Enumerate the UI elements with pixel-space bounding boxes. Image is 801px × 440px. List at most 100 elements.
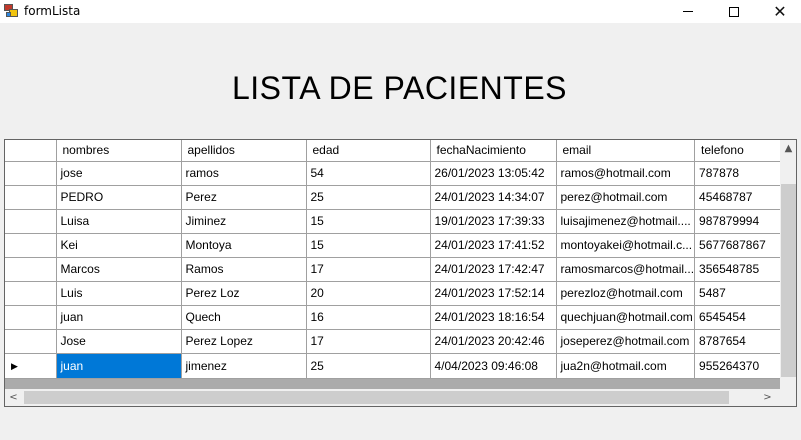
table-row[interactable]: juan Quech 16 24/01/2023 18:16:54 quechjuan@… — [5, 304, 794, 330]
row-header[interactable] — [5, 256, 57, 282]
cell-apellidos[interactable]: Ramos — [180, 256, 307, 282]
cell-telefono[interactable]: 987879994 — [694, 208, 794, 234]
cell-email[interactable]: montoyakei@hotmail.c... — [555, 232, 696, 258]
cell-apellidos[interactable]: Perez — [180, 184, 307, 210]
cell-nombres[interactable]: Luis — [55, 280, 182, 306]
cell-edad[interactable]: 17 — [305, 256, 431, 282]
table-row[interactable]: Kei Montoya 15 24/01/2023 17:41:52 montoyake… — [5, 232, 794, 258]
page-title: LISTA DE PACIENTES — [0, 70, 801, 107]
cell-telefono[interactable]: 8787654 — [694, 328, 794, 354]
cell-telefono[interactable]: 5677687867 — [694, 232, 794, 258]
scroll-left-icon[interactable]: < — [5, 389, 22, 406]
patients-table: nombres apellidos edad fechaNacimiento e… — [5, 140, 794, 379]
cell-telefono[interactable]: 356548785 — [694, 256, 794, 282]
table-row[interactable]: Marcos Ramos 17 24/01/2023 17:42:47 ramosmar… — [5, 256, 794, 282]
column-header-nombres[interactable]: nombres — [55, 140, 182, 162]
horizontal-scroll-thumb[interactable] — [24, 391, 729, 404]
scrollbar-corner — [780, 389, 796, 406]
column-header-fechanacimiento[interactable]: fechaNacimiento — [429, 140, 557, 162]
title-bar: formLista ✕ — [0, 0, 801, 23]
column-header-edad[interactable]: edad — [305, 140, 431, 162]
column-header-apellidos[interactable]: apellidos — [180, 140, 307, 162]
cell-fechanacimiento[interactable]: 24/01/2023 17:42:47 — [429, 256, 557, 282]
cell-fechanacimiento[interactable]: 24/01/2023 17:41:52 — [429, 232, 557, 258]
cell-apellidos[interactable]: Montoya — [180, 232, 307, 258]
cell-telefono[interactable]: 45468787 — [694, 184, 794, 210]
cell-email[interactable]: quechjuan@hotmail.com — [555, 304, 696, 330]
cell-edad[interactable]: 15 — [305, 232, 431, 258]
row-header[interactable] — [5, 280, 57, 306]
row-header[interactable] — [5, 304, 57, 330]
patients-grid[interactable]: nombres apellidos edad fechaNacimiento e… — [4, 139, 797, 407]
app-icon[interactable] — [4, 4, 19, 18]
cell-email[interactable]: jua2n@hotmail.com — [555, 352, 696, 379]
cell-email[interactable]: ramosmarcos@hotmail... — [555, 256, 696, 282]
row-header[interactable]: ▶ — [5, 352, 57, 379]
cell-nombres[interactable]: Kei — [55, 232, 182, 258]
cell-apellidos[interactable]: jimenez — [180, 352, 307, 379]
scroll-right-icon[interactable]: > — [759, 389, 776, 406]
cell-edad[interactable]: 17 — [305, 328, 431, 354]
cell-apellidos[interactable]: Perez Loz — [180, 280, 307, 306]
cell-edad[interactable]: 15 — [305, 208, 431, 234]
horizontal-scrollbar[interactable]: < > — [5, 389, 796, 406]
maximize-button[interactable] — [711, 0, 757, 23]
cell-telefono[interactable]: 955264370 — [694, 352, 794, 379]
close-button[interactable]: ✕ — [757, 0, 801, 23]
row-header[interactable] — [5, 232, 57, 258]
cell-email[interactable]: joseperez@hotmail.com — [555, 328, 696, 354]
cell-edad[interactable]: 20 — [305, 280, 431, 306]
corner-header[interactable] — [5, 140, 57, 162]
row-header[interactable] — [5, 208, 57, 234]
minimize-button[interactable] — [665, 0, 711, 23]
cell-apellidos[interactable]: ramos — [180, 160, 307, 186]
cell-apellidos[interactable]: Perez Lopez — [180, 328, 307, 354]
column-header-telefono[interactable]: telefono — [694, 140, 794, 162]
row-header[interactable] — [5, 184, 57, 210]
column-header-email[interactable]: email — [555, 140, 696, 162]
cell-nombres[interactable]: jose — [55, 160, 182, 186]
cell-apellidos[interactable]: Quech — [180, 304, 307, 330]
cell-nombres[interactable]: Luisa — [55, 208, 182, 234]
cell-fechanacimiento[interactable]: 26/01/2023 13:05:42 — [429, 160, 557, 186]
cell-nombres[interactable]: juan — [55, 352, 182, 379]
cell-fechanacimiento[interactable]: 4/04/2023 09:46:08 — [429, 352, 557, 379]
page-title-text: LISTA DE PACIENTES — [231, 70, 567, 106]
close-icon: ✕ — [773, 1, 787, 21]
cell-email[interactable]: perez@hotmail.com — [555, 184, 696, 210]
row-header[interactable] — [5, 160, 57, 186]
cell-email[interactable]: perezloz@hotmail.com — [555, 280, 696, 306]
cell-nombres[interactable]: Marcos — [55, 256, 182, 282]
cell-telefono[interactable]: 6545454 — [694, 304, 794, 330]
cell-nombres[interactable]: Jose — [55, 328, 182, 354]
table-row[interactable]: ▶ juan jimenez 25 4/04/2023 09:46:08 jua2n@ho… — [5, 352, 794, 379]
table-row[interactable]: Jose Perez Lopez 17 24/01/2023 20:42:46 jose… — [5, 328, 794, 354]
header-row: nombres apellidos edad fechaNacimiento e… — [5, 140, 794, 162]
window-title: formLista — [24, 4, 81, 18]
cell-edad[interactable]: 16 — [305, 304, 431, 330]
cell-nombres[interactable]: juan — [55, 304, 182, 330]
cell-apellidos[interactable]: Jiminez — [180, 208, 307, 234]
vertical-scroll-thumb[interactable] — [781, 184, 796, 377]
cell-fechanacimiento[interactable]: 24/01/2023 14:34:07 — [429, 184, 557, 210]
cell-fechanacimiento[interactable]: 19/01/2023 17:39:33 — [429, 208, 557, 234]
table-row[interactable]: jose ramos 54 26/01/2023 13:05:42 ramos@hotm… — [5, 160, 794, 186]
cell-telefono[interactable]: 5487 — [694, 280, 794, 306]
cell-edad[interactable]: 54 — [305, 160, 431, 186]
cell-edad[interactable]: 25 — [305, 352, 431, 379]
maximize-icon — [729, 6, 739, 17]
scroll-up-icon[interactable]: ▲ — [780, 140, 796, 157]
cell-fechanacimiento[interactable]: 24/01/2023 17:52:14 — [429, 280, 557, 306]
cell-nombres[interactable]: PEDRO — [55, 184, 182, 210]
table-row[interactable]: Luisa Jiminez 15 19/01/2023 17:39:33 luisaji… — [5, 208, 794, 234]
cell-email[interactable]: ramos@hotmail.com — [555, 160, 696, 186]
row-header[interactable] — [5, 328, 57, 354]
cell-fechanacimiento[interactable]: 24/01/2023 18:16:54 — [429, 304, 557, 330]
cell-telefono[interactable]: 787878 — [694, 160, 794, 186]
cell-edad[interactable]: 25 — [305, 184, 431, 210]
vertical-scrollbar[interactable]: ▲ — [780, 140, 796, 390]
table-row[interactable]: PEDRO Perez 25 24/01/2023 14:34:07 perez@hot… — [5, 184, 794, 210]
cell-email[interactable]: luisajimenez@hotmail.... — [555, 208, 696, 234]
cell-fechanacimiento[interactable]: 24/01/2023 20:42:46 — [429, 328, 557, 354]
table-row[interactable]: Luis Perez Loz 20 24/01/2023 17:52:14 perezl… — [5, 280, 794, 306]
